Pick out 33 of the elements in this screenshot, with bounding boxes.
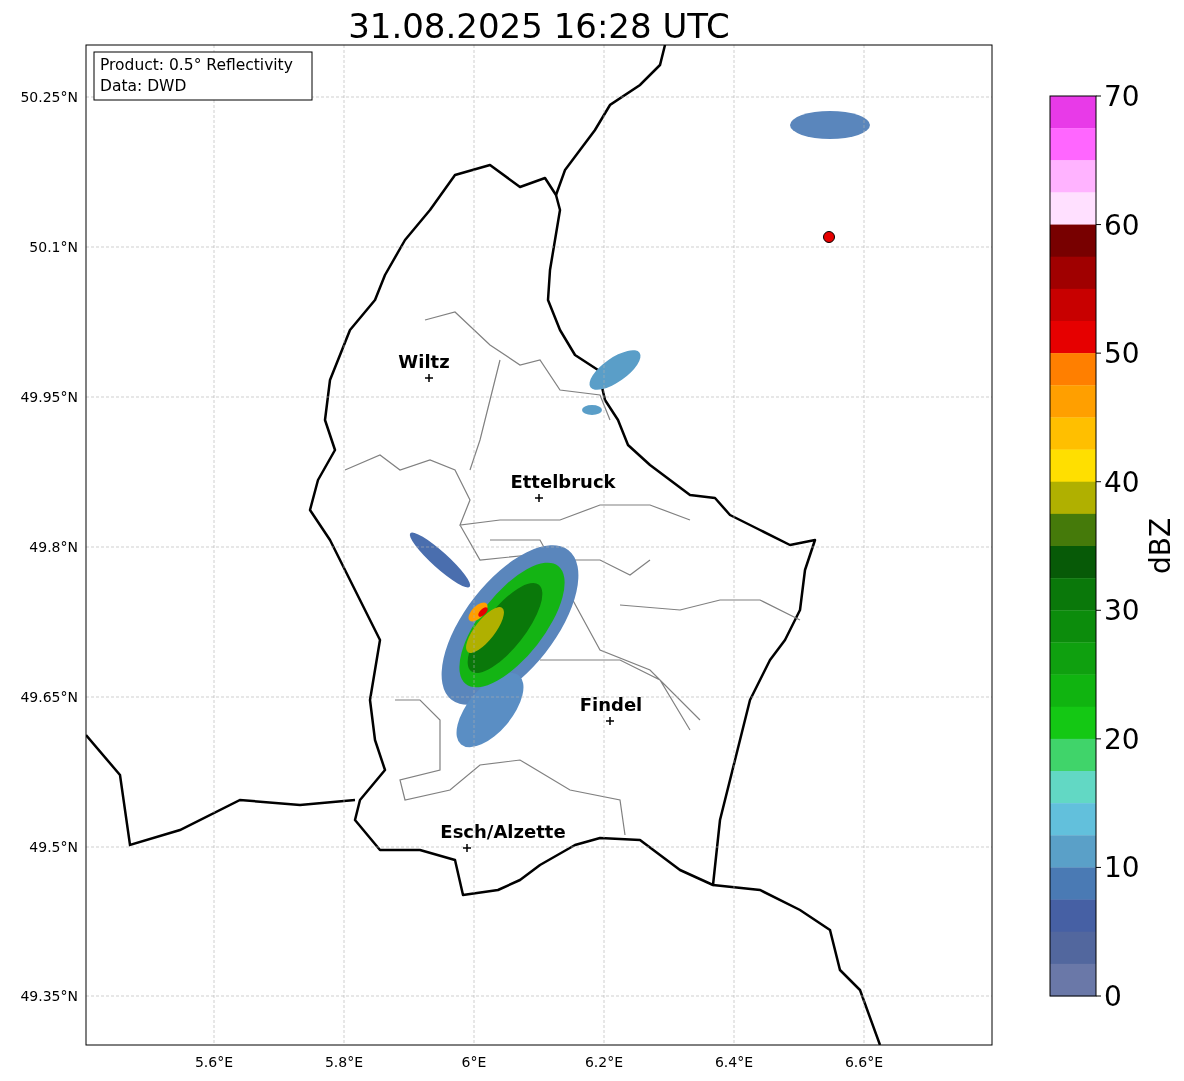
tick-label: 50.25°N <box>20 89 78 105</box>
colorbar-label: dBZ <box>1144 517 1177 575</box>
tick-label: 6.2°E <box>584 1054 624 1070</box>
colorbar-tick-label: 40 <box>1104 465 1140 499</box>
tick-label: 49.5°N <box>29 839 78 855</box>
tick-label: 6.4°E <box>714 1054 754 1070</box>
colorbar-tick-label: 60 <box>1104 208 1140 242</box>
colorbar-tick-label: 70 <box>1104 80 1140 113</box>
city-marker <box>534 493 544 503</box>
tick-label: 49.35°N <box>20 988 78 1004</box>
city-label: Esch/Alzette <box>440 821 566 842</box>
city-label: Wiltz <box>398 351 450 372</box>
tick-label: 5.8°E <box>324 1054 364 1070</box>
colorbar-tick-label: 50 <box>1104 337 1140 371</box>
tick-label: 49.65°N <box>20 689 78 705</box>
tick-label: 5.6°E <box>194 1054 234 1070</box>
info-text: Data: DWD <box>100 77 187 95</box>
tick-label: 6.6°E <box>844 1054 884 1070</box>
city-marker <box>605 716 615 726</box>
tick-label: 49.8°N <box>29 539 78 555</box>
colorbar-tick-label: 30 <box>1104 594 1140 628</box>
tick-label: 50.1°N <box>29 239 78 255</box>
city-label: Ettelbruck <box>510 471 616 492</box>
colorbar-tick-label: 10 <box>1104 851 1140 885</box>
info-text: Product: 0.5° Reflectivity <box>100 56 293 74</box>
chart-title: 31.08.2025 16:28 UTC <box>348 6 730 46</box>
city-label: Findel <box>579 694 643 715</box>
colorbar-tick-label: 0 <box>1104 980 1122 1013</box>
tick-label: 49.95°N <box>20 389 78 405</box>
city-marker <box>462 843 472 853</box>
colorbar-tick-label: 20 <box>1104 722 1140 756</box>
city-marker <box>424 373 434 383</box>
tick-label: 6°E <box>461 1054 487 1070</box>
